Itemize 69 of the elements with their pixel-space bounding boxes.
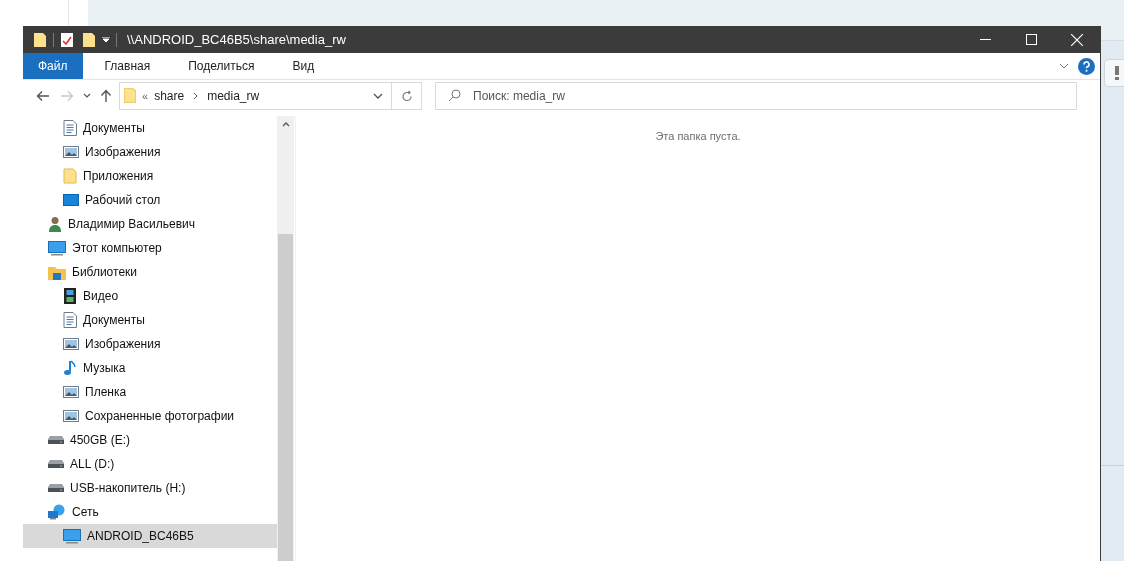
dropdown-icon[interactable] <box>373 92 383 99</box>
caret-icon[interactable] <box>102 36 110 43</box>
folder-icon <box>124 88 136 103</box>
document-icon <box>63 120 77 136</box>
document-icon <box>63 312 77 328</box>
caret-up-icon <box>281 122 290 127</box>
picture-icon <box>63 409 79 423</box>
minimize-icon <box>979 38 991 41</box>
right-arrow-icon <box>60 89 74 102</box>
navigation-item[interactable]: ANDROID_BC46B5 <box>23 524 277 548</box>
folder-icon[interactable] <box>33 31 47 48</box>
chevron-down-icon <box>1059 63 1069 69</box>
breadcrumb[interactable]: media_rw <box>207 88 260 103</box>
navigation-item[interactable]: Рабочий стол <box>23 188 277 212</box>
navigation-item[interactable]: ALL (D:) <box>23 452 277 476</box>
navigation-item[interactable]: Музыка <box>23 356 277 380</box>
new-folder-icon[interactable] <box>82 31 96 48</box>
drive-icon <box>48 460 64 468</box>
search-field[interactable]: Поиск: media_rw <box>435 81 1077 110</box>
ribbon-tab[interactable]: Главная <box>88 53 167 79</box>
address-bar[interactable]: « share media_rw <box>119 81 392 110</box>
navigation-item[interactable]: Изображения <box>23 140 277 164</box>
monitor-icon <box>63 528 81 544</box>
desktop-icon <box>63 194 79 206</box>
ribbon-tab[interactable]: Файл <box>23 53 83 79</box>
overflow-chevron[interactable]: « <box>142 89 149 102</box>
picture-icon <box>63 145 79 159</box>
navigation-item[interactable]: Изображения <box>23 332 277 356</box>
library-folder-icon <box>48 264 66 280</box>
left-arrow-icon <box>36 89 50 102</box>
picture-icon <box>63 385 79 399</box>
chevron-icon <box>193 91 199 100</box>
caret-icon <box>83 93 91 98</box>
window-title: \\ANDROID_BC46B5\share\media_rw <box>127 32 346 47</box>
user-icon <box>48 216 62 232</box>
properties-icon[interactable] <box>60 31 74 48</box>
network-icon <box>48 504 66 520</box>
navigation-item[interactable]: Пленка <box>23 380 277 404</box>
refresh-icon <box>400 89 413 102</box>
navigation-item[interactable]: Документы <box>23 308 277 332</box>
music-note-icon <box>63 360 77 376</box>
navigation-item[interactable]: 450GB (E:) <box>23 428 277 452</box>
drive-icon <box>48 484 64 492</box>
refresh-button[interactable] <box>392 81 422 110</box>
folder-icon <box>63 168 77 184</box>
scrollbar[interactable] <box>277 116 294 561</box>
help-icon <box>1077 57 1095 75</box>
ribbon-tab[interactable]: Вид <box>276 53 331 79</box>
picture-icon <box>63 337 79 351</box>
navigation-item[interactable]: USB-накопитель (H:) <box>23 476 277 500</box>
navigation-item[interactable]: Этот компьютер <box>23 236 277 260</box>
navigation-item[interactable]: Видео <box>23 284 277 308</box>
drive-icon <box>48 436 64 444</box>
navigation-item[interactable]: Сеть <box>23 500 277 524</box>
navigation-item[interactable]: Библиотеки <box>23 260 277 284</box>
navigation-item[interactable]: Документы <box>23 116 277 140</box>
up-arrow-icon <box>100 88 112 103</box>
empty-folder-message: Эта папка пуста. <box>655 130 741 144</box>
close-icon <box>1071 33 1083 46</box>
maximize-icon <box>1025 34 1037 45</box>
monitor-icon <box>48 240 66 256</box>
film-icon <box>63 288 77 304</box>
navigation-item[interactable]: Владимир Васильевич <box>23 212 277 236</box>
breadcrumb[interactable]: share <box>154 88 185 103</box>
exclamation-icon <box>1115 66 1119 80</box>
navigation-item[interactable]: Приложения <box>23 164 277 188</box>
search-icon <box>448 89 461 102</box>
ribbon-tab[interactable]: Поделиться <box>172 53 271 79</box>
navigation-item[interactable]: Сохраненные фотографии <box>23 404 277 428</box>
